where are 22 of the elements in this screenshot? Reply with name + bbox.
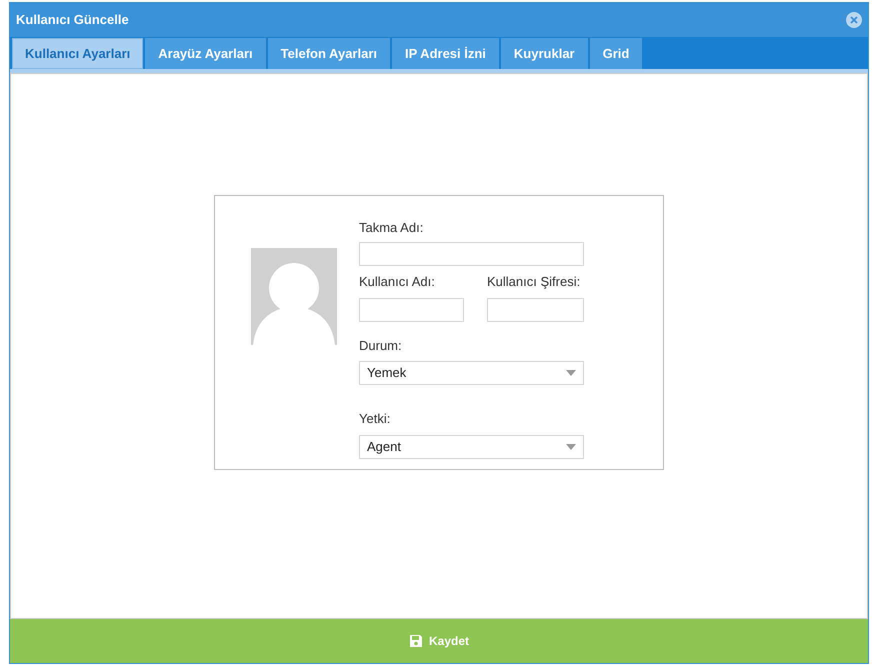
tab[interactable]: Grid xyxy=(590,38,642,69)
dropdown[interactable]: Agent xyxy=(359,434,584,458)
field-label: Takma Adı: xyxy=(359,218,424,236)
caret-icon xyxy=(566,444,576,450)
close-icon[interactable] xyxy=(846,12,862,28)
field-label: Yetki: xyxy=(359,410,392,428)
window-title: Kullanıcı Güncelle xyxy=(16,11,129,30)
field-label: Durum: xyxy=(359,336,403,354)
input-field[interactable] xyxy=(359,242,584,266)
dropdown[interactable]: Yemek xyxy=(359,361,584,385)
tab[interactable]: Telefon Ayarları xyxy=(268,38,390,69)
caret-icon xyxy=(566,370,576,376)
save-button[interactable]: Kaydet xyxy=(10,619,868,663)
tab[interactable]: Arayüz Ayarları xyxy=(145,38,266,69)
input-field[interactable] xyxy=(359,298,464,322)
tab[interactable]: Kullanıcı Ayarları xyxy=(12,38,144,69)
tab[interactable]: Kuyruklar xyxy=(500,38,588,69)
password-field[interactable] xyxy=(487,298,584,322)
field-label: Kullanıcı Şifresi: xyxy=(487,273,582,291)
avatar-icon xyxy=(251,248,337,344)
field-label: Kullanıcı Adı: xyxy=(359,273,436,291)
tab[interactable]: IP Adresi İzni xyxy=(392,38,499,69)
